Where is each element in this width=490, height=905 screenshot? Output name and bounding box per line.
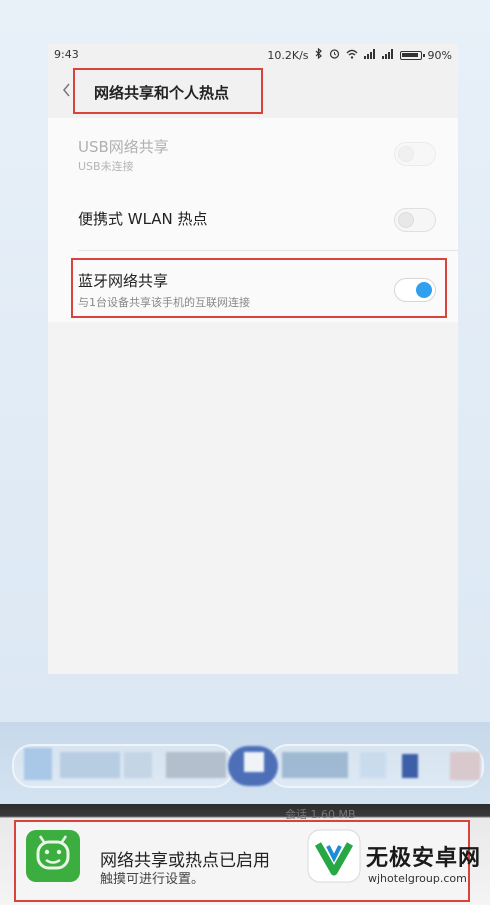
usb-tethering-row[interactable]: USB网络共享 USB未连接: [48, 118, 458, 180]
battery-level: 90%: [427, 48, 452, 62]
bluetooth-highlight-box: [71, 258, 447, 318]
watermark-url: wjhotelgroup.com: [368, 872, 467, 885]
toggle-knob: [398, 212, 414, 228]
watermark-logo-icon: [307, 829, 361, 883]
alarm-icon: [329, 48, 340, 62]
usb-tethering-status: USB未连接: [78, 160, 134, 173]
settings-list: USB网络共享 USB未连接 便携式 WLAN 热点 蓝牙网络共享 与1台设备共…: [48, 118, 458, 322]
blurred-block: [60, 752, 120, 778]
signal-icon-2: [381, 48, 394, 62]
bluetooth-icon: [315, 47, 323, 62]
blurred-block: [402, 754, 418, 778]
signal-icon-1: [363, 48, 376, 62]
watermark-name: 无极安卓网: [366, 846, 482, 871]
action-bar: 网络共享和个人热点: [48, 66, 458, 118]
divider: [78, 250, 458, 251]
status-right: 10.2K/s 90%: [267, 47, 452, 62]
page-title: 网络共享和个人热点: [94, 84, 230, 102]
watermark: 无极安卓网 wjhotelgroup.com: [296, 818, 490, 905]
blurred-block: [360, 752, 386, 778]
wifi-icon: [346, 49, 358, 62]
blurred-block: [450, 752, 480, 780]
blurred-block: [24, 748, 52, 780]
status-bar: 9:43 10.2K/s 90%: [48, 44, 458, 66]
net-speed: 10.2K/s: [267, 48, 309, 62]
blurred-block: [166, 752, 226, 778]
wlan-hotspot-label: 便携式 WLAN 热点: [78, 210, 208, 228]
blurred-block: [124, 752, 152, 778]
blurred-block: [282, 752, 348, 778]
blurred-block: [244, 752, 264, 772]
usb-tethering-toggle[interactable]: [394, 142, 436, 166]
toggle-knob: [398, 146, 414, 162]
wlan-hotspot-row[interactable]: 便携式 WLAN 热点: [48, 188, 458, 250]
battery-icon: [399, 50, 425, 60]
notification-subtitle: 触摸可进行设置。: [100, 872, 205, 887]
blurred-dock-bar: [0, 722, 490, 804]
wlan-hotspot-toggle[interactable]: [394, 208, 436, 232]
status-time: 9:43: [54, 48, 79, 61]
phone-screen: 9:43 10.2K/s 90% 网络共享和个人热点 USB网络共享 USB未连…: [48, 44, 458, 674]
usb-tethering-label: USB网络共享: [78, 138, 169, 156]
android-app-icon: [26, 830, 80, 882]
